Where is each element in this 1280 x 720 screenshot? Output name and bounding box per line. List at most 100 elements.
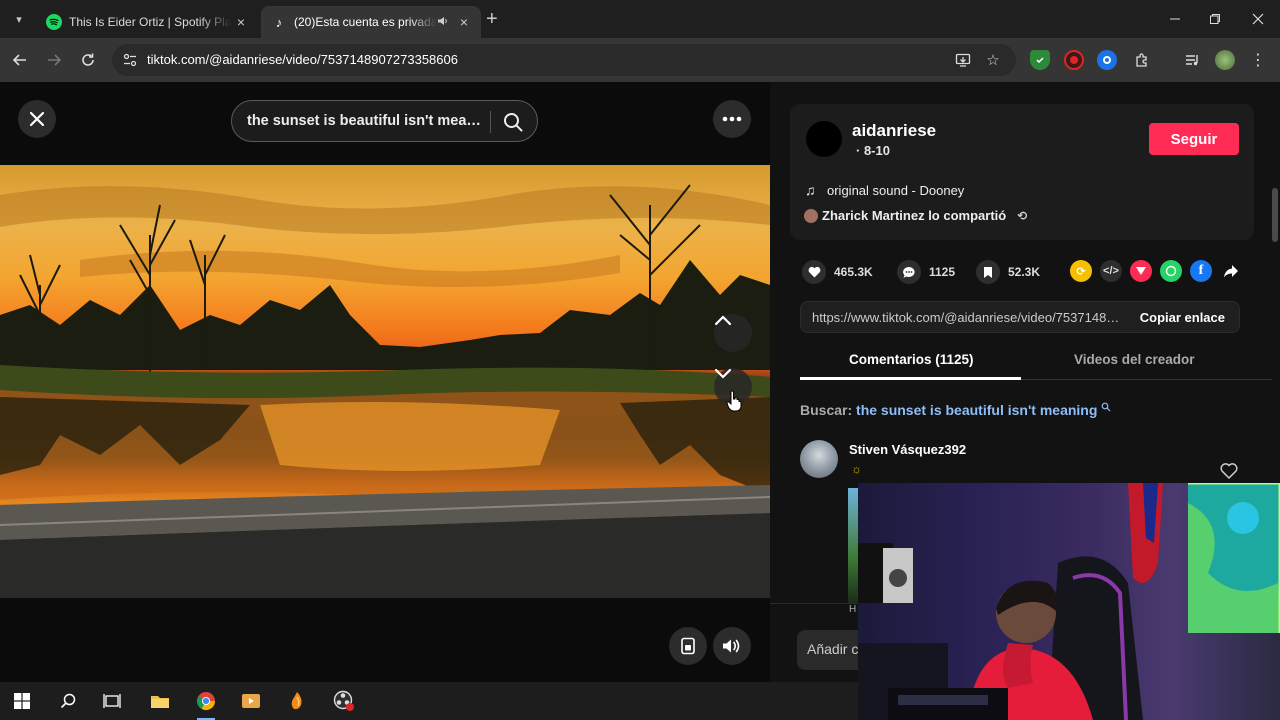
tab-title: This Is Eider Ortiz | Spotify Playlist [69, 15, 232, 29]
media-player-icon[interactable] [238, 688, 264, 714]
chrome-icon[interactable] [193, 688, 219, 720]
browser-menu-icon[interactable]: ⋮ [1248, 50, 1268, 70]
heart-icon [802, 260, 826, 284]
mouse-pointer-hand-icon [726, 390, 742, 412]
search-suggestion-label: Buscar: [800, 402, 853, 418]
sun-emoji: ☼ [851, 462, 862, 476]
facebook-icon[interactable]: f [1190, 260, 1212, 282]
search-suggestion[interactable]: Buscar: the sunset is beautiful isn't me… [800, 402, 1111, 418]
tab-comments[interactable]: Comentarios (1125) [849, 352, 974, 367]
close-tab-icon[interactable]: × [232, 14, 250, 30]
copy-link-button[interactable]: Copiar enlace [1140, 310, 1225, 325]
address-bar[interactable]: tiktok.com/@aidanriese/video/75371489072… [112, 44, 1016, 76]
creator-avatar[interactable] [806, 121, 842, 157]
volume-button[interactable] [713, 627, 751, 665]
engagement-stats: 465.3K 1125 52.3K ⟳ </> f [802, 260, 1242, 284]
creator-username[interactable]: aidanriese [852, 121, 936, 141]
browser-toolbar: tiktok.com/@aidanriese/video/75371489072… [0, 38, 1280, 82]
minimize-icon[interactable] [1160, 8, 1190, 30]
active-tab-indicator [800, 377, 1021, 380]
shared-by-text: Zharick Martinez lo compartió [822, 208, 1007, 223]
restore-icon[interactable] [1200, 8, 1230, 30]
windows-taskbar [0, 682, 858, 720]
comment-image-thumbnail[interactable] [848, 488, 858, 604]
comment-count: 1125 [929, 265, 956, 279]
site-info-icon[interactable] [122, 52, 138, 68]
share-link-text[interactable]: https://www.tiktok.com/@aidanriese/video… [812, 310, 1120, 325]
volume-icon [723, 639, 740, 653]
fl-studio-icon[interactable] [284, 688, 310, 714]
browser-tab-strip: ▾ This Is Eider Ortiz | Spotify Playlist… [0, 0, 1280, 38]
media-controls-icon[interactable] [1182, 50, 1202, 70]
new-tab-button[interactable]: + [486, 9, 498, 29]
browser-tab-spotify[interactable]: This Is Eider Ortiz | Spotify Playlist × [36, 6, 258, 38]
like-button[interactable]: 465.3K [802, 260, 873, 284]
search-suggestion-term: the sunset is beautiful isn't meaning [856, 402, 1098, 418]
install-app-icon[interactable] [954, 51, 972, 69]
close-video-button[interactable] [18, 100, 56, 138]
obs-recording-icon[interactable] [331, 688, 357, 714]
close-tab-icon[interactable]: × [455, 14, 473, 30]
sound-title: original sound - Dooney [827, 182, 965, 198]
shared-by[interactable]: Zharick Martinez lo compartió ⟲ [804, 208, 1027, 223]
more-dots-icon [722, 116, 742, 122]
tiktok-icon: ♪ [275, 14, 283, 30]
forward-icon[interactable] [43, 49, 65, 71]
webcam-scene [858, 483, 1280, 720]
bookmark-icon [976, 260, 1000, 284]
page-scrollbar[interactable] [1272, 188, 1278, 242]
comment-button[interactable]: 1125 [897, 260, 955, 284]
sunset-river-scene [0, 184, 770, 598]
sound-link[interactable]: ♫ original sound - Dooney [805, 182, 964, 198]
chevron-down-icon [714, 368, 732, 379]
reload-icon[interactable] [77, 49, 99, 71]
video-player: the sunset is beautiful isn't meaning [0, 82, 770, 682]
profile-avatar[interactable] [1215, 50, 1235, 70]
tab-creator-videos[interactable]: Videos del creador [1074, 352, 1195, 367]
shield-extension-icon[interactable] [1030, 50, 1050, 70]
video-frame[interactable] [0, 165, 770, 598]
previous-video-button[interactable] [714, 314, 752, 352]
panel-tabs: Comentarios (1125) Videos del creador [800, 346, 1272, 380]
search-icon[interactable] [502, 111, 524, 133]
close-icon [29, 111, 45, 127]
back-icon[interactable] [9, 49, 31, 71]
sharer-avatar [804, 208, 818, 223]
file-explorer-icon[interactable] [147, 688, 173, 714]
search-divider [490, 111, 491, 133]
repost-icon: ⟲ [1017, 208, 1028, 223]
follow-button[interactable]: Seguir [1149, 123, 1239, 155]
save-count: 52.3K [1008, 265, 1041, 279]
tab-search-dropdown-icon[interactable]: ▾ [8, 8, 30, 30]
search-icon [1101, 402, 1111, 412]
save-button[interactable]: 52.3K [976, 260, 1040, 284]
bookmark-star-icon[interactable]: ☆ [984, 51, 1002, 69]
windows-start-icon[interactable] [9, 688, 35, 714]
speaker-icon[interactable] [437, 16, 449, 29]
commenter-name[interactable]: Stiven Vásquez392 [849, 442, 966, 457]
comment-bubble-icon [897, 260, 921, 284]
whatsapp-icon[interactable] [1160, 260, 1182, 282]
spotify-icon [46, 14, 62, 30]
task-view-icon[interactable] [99, 688, 125, 714]
commenter-avatar[interactable] [800, 440, 838, 478]
browser-tab-tiktok[interactable]: ♪ (20)Esta cuenta es privada. TikTok × [261, 6, 481, 38]
close-window-icon[interactable] [1243, 8, 1273, 30]
music-note-icon: ♫ [805, 182, 816, 198]
picture-in-picture-button[interactable] [669, 627, 707, 665]
repost-share-icon[interactable]: ⟳ [1070, 260, 1092, 282]
record-extension-icon[interactable] [1064, 50, 1084, 70]
embed-code-icon[interactable]: </> [1100, 260, 1122, 282]
share-link-box: https://www.tiktok.com/@aidanriese/video… [800, 301, 1240, 333]
extensions-puzzle-icon[interactable] [1132, 50, 1152, 70]
tab-title: (20)Esta cuenta es privada. TikTok [294, 15, 437, 29]
search-query-text: the sunset is beautiful isn't meaning [247, 113, 485, 129]
translate-extension-icon[interactable] [1097, 50, 1117, 70]
send-to-friend-icon[interactable] [1130, 260, 1152, 282]
more-options-button[interactable] [713, 100, 751, 138]
share-arrow-icon[interactable] [1220, 260, 1242, 282]
taskbar-search-icon[interactable] [55, 688, 81, 714]
video-search-box[interactable]: the sunset is beautiful isn't meaning [231, 100, 538, 142]
comment-like-heart-icon[interactable] [1220, 462, 1238, 480]
like-count: 465.3K [834, 265, 873, 279]
